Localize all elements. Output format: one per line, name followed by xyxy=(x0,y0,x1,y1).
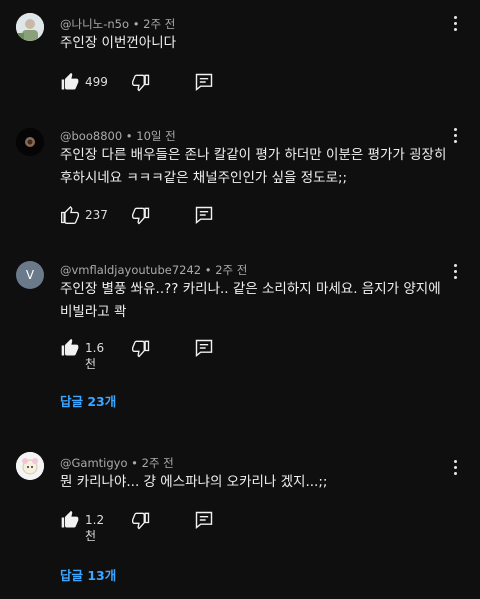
reply-icon[interactable] xyxy=(194,72,214,92)
dislike-icon[interactable] xyxy=(131,205,151,225)
comment-text-line: 후하시네요 ㅋㅋㅋ같은 채널주인인가 싶을 정도로;; xyxy=(60,170,348,186)
comment-time: 10일 전 xyxy=(136,129,176,143)
comment-text-line: 비빌라고 콱 xyxy=(60,304,127,320)
comment-text-line: 뭔 카리나야... 걍 에스파냐의 오카리나 겠지...;; xyxy=(60,474,328,490)
like-count: 1.6천 xyxy=(85,341,105,371)
author-handle[interactable]: @vmflaldjayoutube7242 xyxy=(60,263,201,277)
avatar[interactable] xyxy=(16,452,44,480)
view-replies-button[interactable]: 답글 13개 xyxy=(60,565,116,584)
avatar-letter: V xyxy=(25,268,35,282)
dislike-icon[interactable] xyxy=(131,72,151,92)
meta-separator: • xyxy=(131,456,142,470)
comment-meta: @나니노-n5o • 2주 전 xyxy=(60,16,175,32)
reply-icon[interactable] xyxy=(194,338,214,358)
avatar[interactable] xyxy=(16,13,44,41)
comment-text-line: 주인장 다른 배우들은 존나 칼같이 평가 하더만 이분은 평가가 굉장히 xyxy=(60,147,447,163)
comment-text: 주인장 별풍 쏴유..?? 카리나.. 같은 소리하지 마세요. 음지가 양지에… xyxy=(60,278,460,324)
like-filled-icon[interactable] xyxy=(60,510,80,530)
comment-time: 2주 전 xyxy=(143,17,176,31)
comment-time: 2주 전 xyxy=(141,456,174,470)
reply-icon[interactable] xyxy=(194,205,214,225)
author-handle[interactable]: @Gamtigyo xyxy=(60,456,128,470)
like-icon[interactable] xyxy=(60,205,80,225)
like-count: 499 xyxy=(85,75,108,89)
avatar[interactable] xyxy=(16,128,44,156)
like-count: 1.2천 xyxy=(85,513,105,543)
comment-meta: @Gamtigyo • 2주 전 xyxy=(60,455,174,471)
dislike-icon[interactable] xyxy=(131,510,151,530)
reply-icon[interactable] xyxy=(194,510,214,530)
comment-text-line: 주인장 이번껀아니다 xyxy=(60,35,177,51)
meta-separator: • xyxy=(125,129,137,143)
like-filled-icon[interactable] xyxy=(60,72,80,92)
comment-text: 주인장 이번껀아니다 xyxy=(60,32,460,55)
comment-text: 주인장 다른 배우들은 존나 칼같이 평가 하더만 이분은 평가가 굉장히 후하… xyxy=(60,144,460,190)
author-handle[interactable]: @boo8800 xyxy=(60,129,122,143)
meta-separator: • xyxy=(132,17,144,31)
like-count: 237 xyxy=(85,208,108,222)
comment-meta: @vmflaldjayoutube7242 • 2주 전 xyxy=(60,262,247,278)
comment-text: 뭔 카리나야... 걍 에스파냐의 오카리나 겠지...;; xyxy=(60,471,460,494)
more-options-icon[interactable] xyxy=(452,128,458,144)
view-replies-button[interactable]: 답글 23개 xyxy=(60,391,116,410)
avatar[interactable]: V xyxy=(16,261,44,289)
comment-meta: @boo8800 • 10일 전 xyxy=(60,128,176,144)
comment-text-line: 주인장 별풍 쏴유..?? 카리나.. 같은 소리하지 마세요. 음지가 양지에 xyxy=(60,281,441,297)
more-options-icon[interactable] xyxy=(452,16,458,32)
author-handle[interactable]: @나니노-n5o xyxy=(60,17,129,31)
meta-separator: • xyxy=(204,263,216,277)
dislike-icon[interactable] xyxy=(131,338,151,358)
comment-time: 2주 전 xyxy=(215,263,248,277)
like-filled-icon[interactable] xyxy=(60,338,80,358)
